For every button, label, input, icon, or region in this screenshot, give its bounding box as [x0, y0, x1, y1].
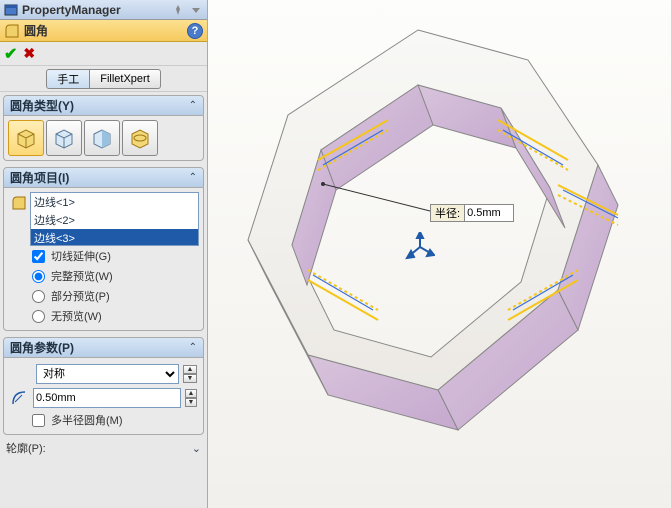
section-fillet-type: 圆角类型(Y)⌃ [3, 95, 204, 161]
rotate-triad[interactable] [405, 232, 435, 262]
no-preview[interactable]: 无预览(W) [8, 306, 199, 326]
fillet-icon [4, 23, 20, 39]
list-item[interactable]: 边线<2> [31, 211, 198, 229]
callout-radius-input[interactable] [465, 205, 513, 221]
symmetric-select[interactable]: 对称 [36, 364, 179, 384]
section-fillet-items: 圆角项目(I)⌃ 边线<1> 边线<2> 边线<3> 切线延伸(G) 完整预览(… [3, 167, 204, 331]
confirm-row: ✔ ✖ [0, 42, 207, 66]
list-item[interactable]: 边线<3> [31, 229, 198, 246]
chevron-up-icon: ⌃ [189, 342, 197, 353]
profile-label: 轮廓(P):⌄ [0, 438, 207, 458]
help-button[interactable]: ? [187, 23, 203, 39]
multi-radius[interactable]: 多半径圆角(M) [8, 410, 199, 430]
pm-title-text: PropertyManager [22, 3, 167, 17]
fillet-type-face[interactable] [84, 120, 120, 156]
partial-preview[interactable]: 部分预览(P) [8, 286, 199, 306]
section-head-params[interactable]: 圆角参数(P)⌃ [4, 338, 203, 358]
feature-title-text: 圆角 [24, 22, 183, 39]
section-head-items[interactable]: 圆角项目(I)⌃ [4, 168, 203, 188]
fillet-type-constant[interactable] [8, 120, 44, 156]
mode-tabs: 手工 FilletXpert [0, 66, 207, 92]
feature-titlebar: 圆角 ? [0, 20, 207, 42]
section-fillet-params: 圆角参数(P)⌃ 对称 ▲▼ ▲▼ 多半径圆角(M) [3, 337, 204, 435]
pm-icon [4, 3, 18, 17]
callout-label: 半径: [431, 205, 465, 221]
spinner[interactable]: ▲▼ [183, 365, 197, 383]
chevron-up-icon: ⌃ [189, 172, 197, 183]
radius-input[interactable] [33, 388, 181, 408]
spinner[interactable]: ▲▼ [185, 389, 197, 407]
tab-manual[interactable]: 手工 [46, 69, 90, 89]
tab-filletxpert[interactable]: FilletXpert [90, 69, 161, 89]
pin-icon[interactable] [171, 3, 185, 17]
arrow-icon[interactable] [189, 3, 203, 17]
model-viewport[interactable] [208, 0, 671, 508]
radius-icon [10, 390, 29, 406]
property-manager-panel: PropertyManager 圆角 ? ✔ ✖ 手工 FilletXpert … [0, 0, 208, 508]
pm-titlebar: PropertyManager [0, 0, 207, 20]
chevron-down-icon[interactable]: ⌄ [192, 442, 201, 455]
tangent-propagation[interactable]: 切线延伸(G) [8, 246, 199, 266]
section-head-type[interactable]: 圆角类型(Y)⌃ [4, 96, 203, 116]
edges-listbox[interactable]: 边线<1> 边线<2> 边线<3> [30, 192, 199, 246]
full-preview[interactable]: 完整预览(W) [8, 266, 199, 286]
ok-button[interactable]: ✔ [4, 44, 17, 64]
chevron-up-icon: ⌃ [189, 100, 197, 111]
edge-select-icon [8, 192, 30, 232]
list-item[interactable]: 边线<1> [31, 193, 198, 211]
radius-callout[interactable]: 半径: [430, 204, 514, 222]
cancel-button[interactable]: ✖ [23, 45, 35, 62]
fillet-type-full[interactable] [122, 120, 158, 156]
fillet-type-variable[interactable] [46, 120, 82, 156]
